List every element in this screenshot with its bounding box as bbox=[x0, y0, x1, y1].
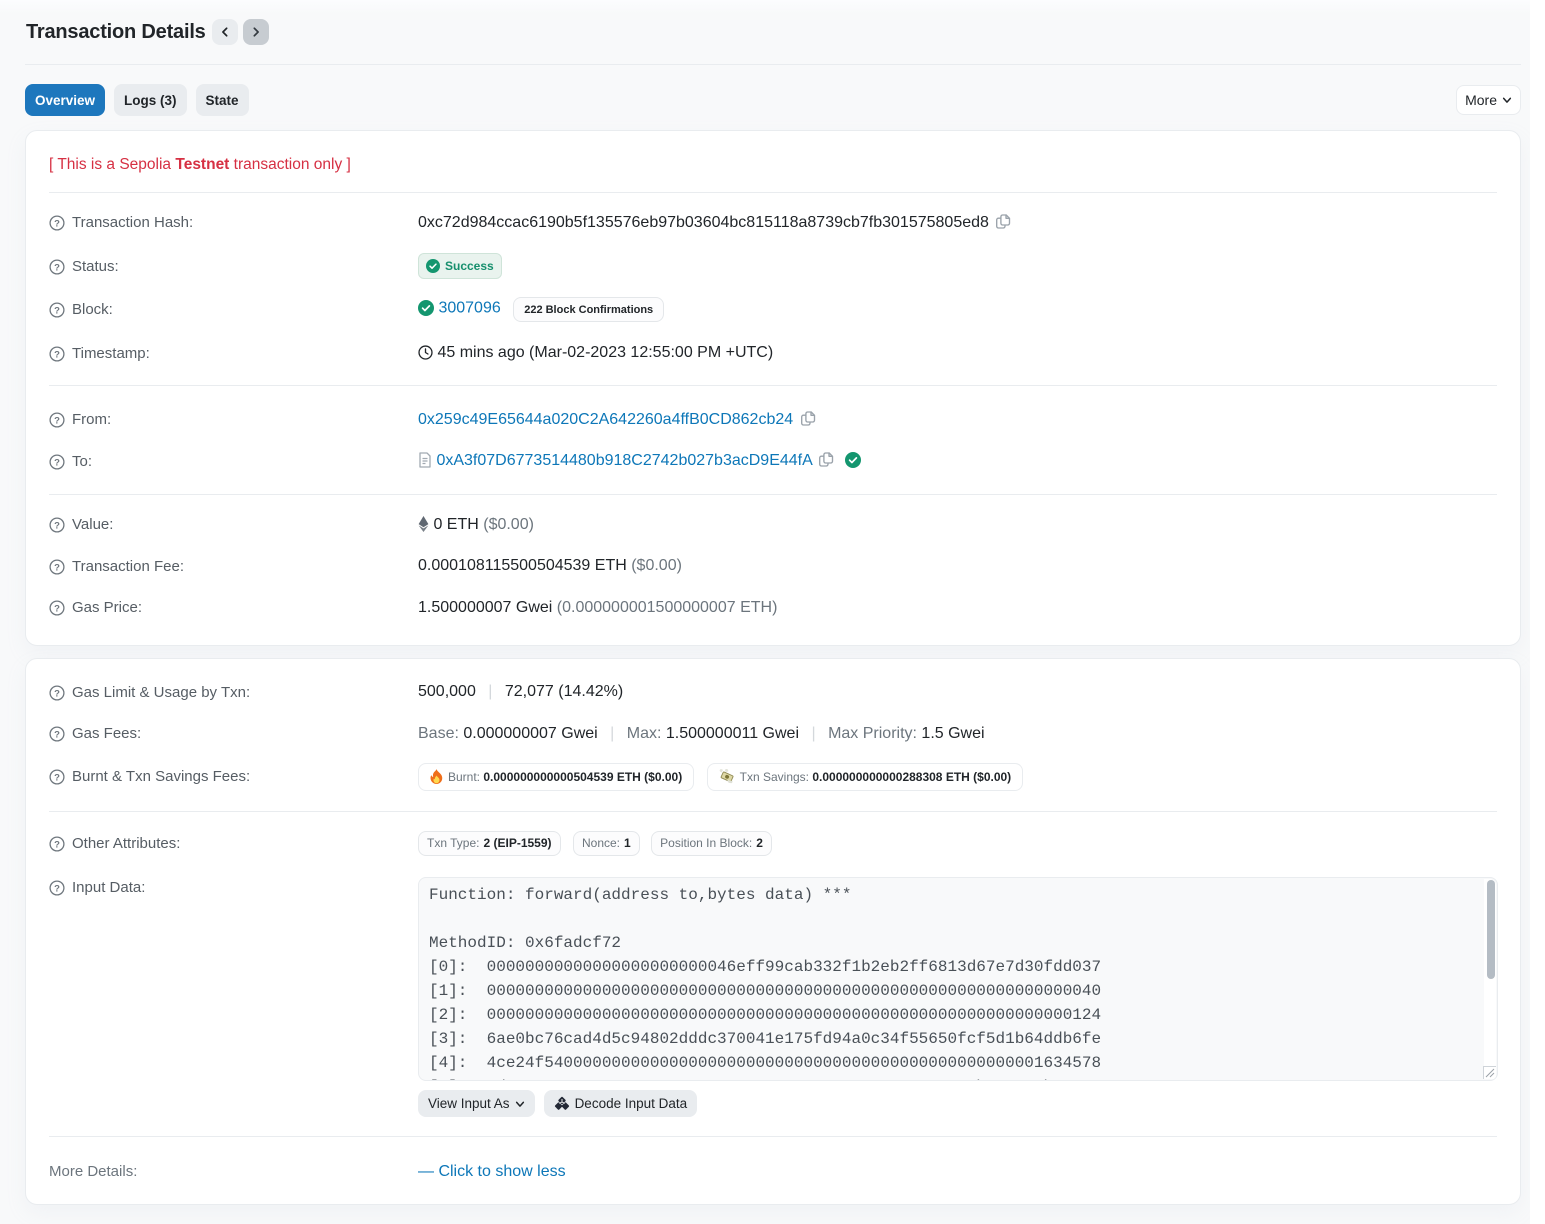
svg-text:?: ? bbox=[54, 562, 60, 573]
svg-text:?: ? bbox=[54, 306, 60, 317]
svg-text:?: ? bbox=[54, 219, 60, 230]
svg-text:?: ? bbox=[54, 416, 60, 427]
svg-text:?: ? bbox=[54, 457, 60, 468]
svg-text:?: ? bbox=[54, 772, 60, 783]
svg-text:?: ? bbox=[54, 262, 60, 273]
svg-text:?: ? bbox=[54, 730, 60, 741]
svg-text:?: ? bbox=[54, 884, 60, 895]
svg-text:?: ? bbox=[54, 349, 60, 360]
svg-text:?: ? bbox=[54, 688, 60, 699]
svg-text:?: ? bbox=[54, 521, 60, 532]
svg-text:?: ? bbox=[54, 839, 60, 850]
svg-text:?: ? bbox=[54, 604, 60, 615]
